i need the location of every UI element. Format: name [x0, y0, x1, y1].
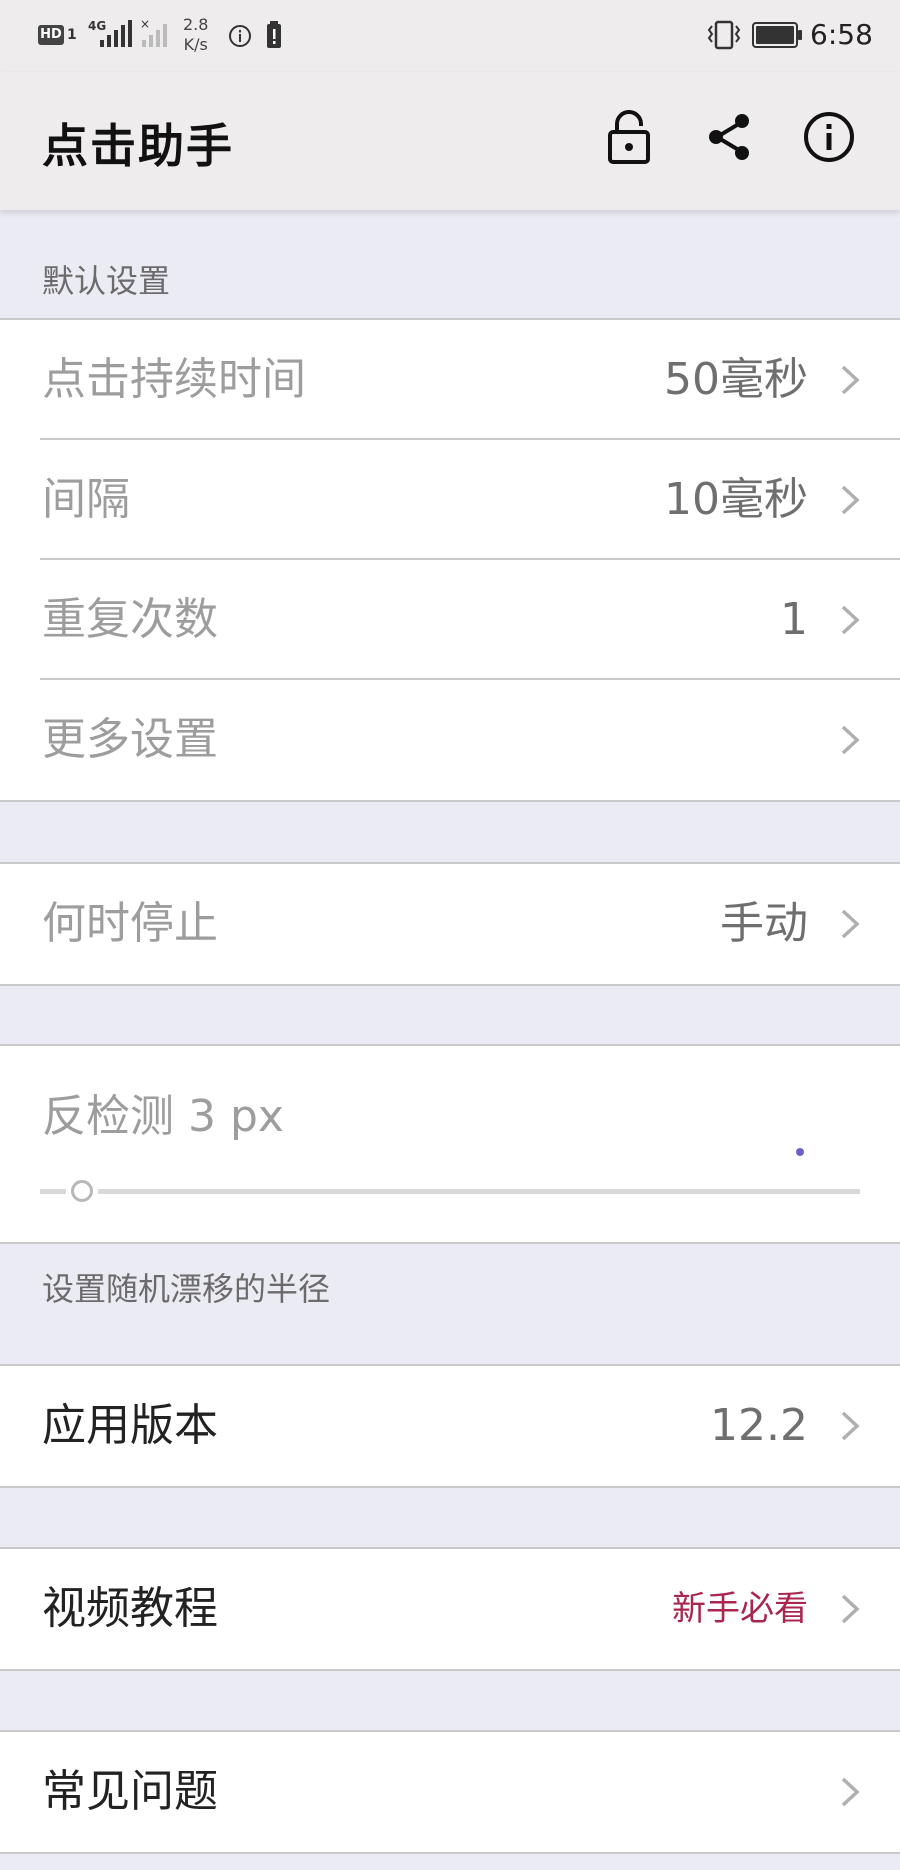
interval-row[interactable]: 间隔 10毫秒 — [0, 440, 900, 560]
chevron-right-icon — [841, 1594, 860, 1624]
faq-row[interactable]: 常见问题 — [0, 1732, 900, 1852]
version-group: 应用版本 12.2 — [0, 1364, 900, 1488]
row-value: 新手必看 — [672, 1589, 808, 1629]
more-settings-row[interactable]: 更多设置 — [0, 680, 900, 800]
anti-detect-group: 反检测 3 px — [0, 1044, 900, 1244]
row-label: 间隔 — [42, 474, 130, 525]
row-label: 点击持续时间 — [42, 354, 306, 405]
lock-button[interactable] — [594, 102, 664, 172]
repeat-count-row[interactable]: 重复次数 1 — [0, 560, 900, 680]
chevron-right-icon — [841, 485, 860, 515]
chevron-right-icon — [841, 1777, 860, 1807]
anti-detect-help: 设置随机漂移的半径 — [42, 1270, 331, 1308]
row-value: 50毫秒 — [664, 354, 808, 405]
row-value: 1 — [780, 594, 808, 645]
clock: 6:58 — [810, 18, 873, 51]
row-label: 何时停止 — [42, 898, 218, 949]
row-value: 手动 — [720, 898, 808, 949]
faq-group: 常见问题 — [0, 1730, 900, 1854]
video-group: 视频教程 新手必看 — [0, 1547, 900, 1671]
chevron-right-icon — [841, 725, 860, 755]
row-label: 更多设置 — [42, 714, 218, 765]
about-button[interactable] — [794, 102, 864, 172]
net-speed: 2.8 K/s — [183, 15, 209, 54]
row-label: 常见问题 — [42, 1766, 218, 1817]
row-label: 应用版本 — [42, 1400, 218, 1451]
info-icon — [804, 112, 854, 162]
signal-empty-icon: × — [140, 18, 167, 47]
slider-track-active — [40, 1189, 66, 1194]
app-bar: 点击助手 — [0, 72, 900, 210]
row-value: 10毫秒 — [664, 474, 808, 525]
chevron-right-icon — [841, 1411, 860, 1441]
lock-icon — [608, 110, 650, 164]
row-label: 重复次数 — [42, 594, 218, 645]
when-to-stop-row[interactable]: 何时停止 手动 — [0, 864, 900, 984]
hd-badge: HD — [38, 25, 64, 45]
row-label: 视频教程 — [42, 1583, 218, 1634]
share-icon — [709, 114, 749, 160]
slider-thumb[interactable] — [71, 1180, 93, 1202]
sim-slot: 1 — [67, 27, 77, 43]
app-version-row[interactable]: 应用版本 12.2 — [0, 1366, 900, 1486]
app-title: 点击助手 — [42, 119, 234, 173]
warning-icon — [267, 21, 281, 48]
row-value: 12.2 — [710, 1400, 808, 1451]
video-tutorial-row[interactable]: 视频教程 新手必看 — [0, 1549, 900, 1669]
chevron-right-icon — [841, 605, 860, 635]
default-settings-group: 点击持续时间 50毫秒 间隔 10毫秒 重复次数 1 更多设置 — [0, 318, 900, 802]
chevron-right-icon — [841, 909, 860, 939]
slider-value-dot — [796, 1148, 804, 1156]
section-header-defaults: 默认设置 — [42, 262, 171, 300]
signal-icon — [100, 20, 132, 47]
slider-track[interactable] — [98, 1189, 860, 1194]
chevron-right-icon — [841, 365, 860, 395]
info-icon — [229, 25, 251, 47]
anti-detect-label: 反检测 3 px — [42, 1091, 284, 1142]
battery-icon — [752, 22, 802, 48]
stop-group: 何时停止 手动 — [0, 862, 900, 986]
click-duration-row[interactable]: 点击持续时间 50毫秒 — [0, 320, 900, 440]
share-button[interactable] — [694, 102, 764, 172]
svg-text:×: × — [140, 18, 150, 31]
vibrate-icon — [707, 20, 741, 50]
status-bar: HD 1 4G × 2.8 K/s 6:58 — [0, 0, 900, 72]
